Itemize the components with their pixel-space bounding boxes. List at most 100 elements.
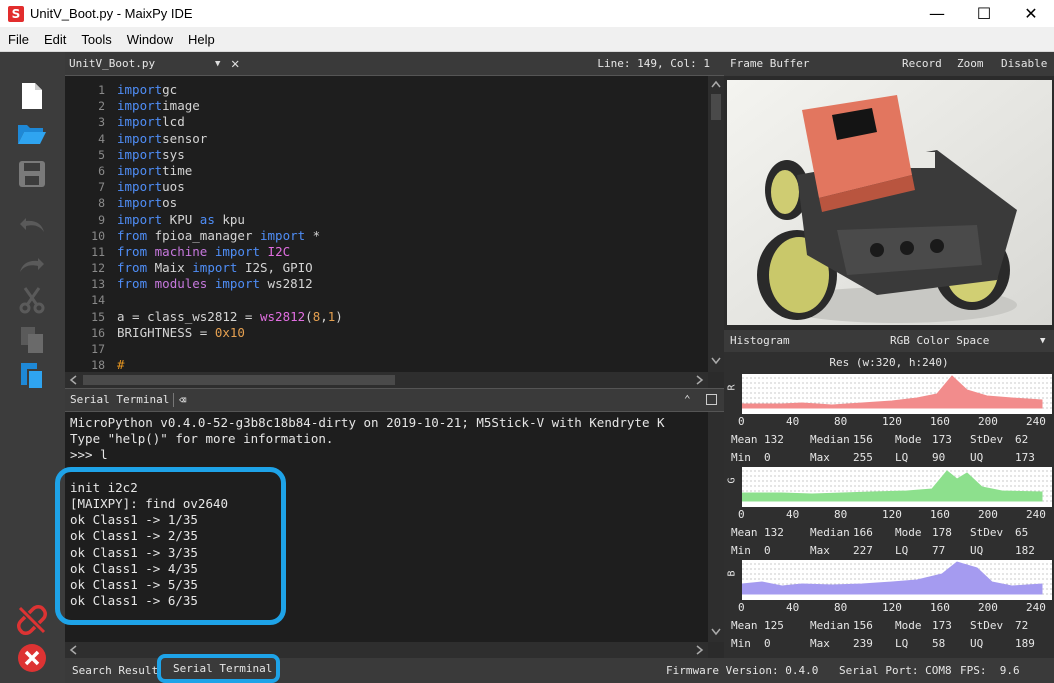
line-number: 7 (98, 180, 105, 195)
histogram-plot (742, 467, 1052, 507)
line-number: 11 (91, 244, 105, 259)
histogram-title: Histogram (730, 334, 790, 347)
zoom-button[interactable]: Zoom (957, 52, 984, 76)
code-token: time (162, 162, 193, 178)
menu-window[interactable]: Window (119, 32, 180, 47)
maximize-button[interactable]: ☐ (961, 0, 1007, 27)
menu-tools[interactable]: Tools (73, 32, 118, 47)
axis-tick-label: 160 (930, 508, 950, 521)
stat-value-mode: 173 (932, 433, 952, 446)
stat-label-uq: UQ (970, 637, 984, 650)
open-folder-icon[interactable] (16, 118, 48, 150)
code-token: I2C (267, 243, 291, 259)
menu-edit[interactable]: Edit (36, 32, 73, 47)
paste-icon[interactable] (16, 360, 48, 392)
chevron-up-icon[interactable]: ⌃ (684, 390, 691, 410)
stat-label-median: Median (810, 433, 850, 446)
undo-icon[interactable] (16, 208, 48, 240)
line-number: 9 (98, 212, 105, 227)
channel-label: B (726, 570, 738, 577)
axis-tick-label: 80 (834, 415, 848, 428)
code-content[interactable]: importgc importimage importlcd importsensor… (117, 82, 343, 372)
stat-value-median: 156 (853, 619, 873, 632)
line-number: 5 (98, 147, 105, 162)
line-number-gutter: 1 2 3 4 5 6 7 8 9 10 11 12 13 14 15 16 17 18 (65, 82, 105, 372)
axis-tick-label: 0 (738, 415, 745, 428)
file-selector[interactable]: UnitV_Boot.py (65, 54, 228, 74)
maximize-pane-icon[interactable] (706, 394, 717, 405)
chevron-down-icon[interactable]: ▼ (215, 54, 220, 74)
code-token: a = class_ws2812 = (117, 308, 260, 324)
menu-file[interactable]: File (0, 32, 36, 47)
line-number: 3 (98, 115, 105, 130)
code-token: import (117, 179, 163, 195)
axis-tick-label: 40 (786, 601, 800, 614)
axis-tick-label: 240 (1026, 415, 1046, 428)
code-token: I2S, GPIO (237, 260, 313, 276)
stat-label-mode: Mode (895, 433, 922, 446)
line-number: 8 (98, 196, 105, 211)
code-token: from (117, 276, 148, 292)
terminal-line: MicroPython v0.4.0-52-g3b8c18b84-dirty o… (70, 415, 665, 430)
redo-icon[interactable] (16, 248, 48, 280)
code-token: sys (162, 146, 185, 162)
code-token: lcd (162, 114, 185, 130)
stat-value-max: 239 (853, 637, 873, 650)
code-token: gc (162, 82, 178, 97)
code-editor[interactable]: 1 2 3 4 5 6 7 8 9 10 11 12 13 14 15 16 17 18 importgc impo… (65, 76, 724, 372)
code-token: machine (154, 243, 208, 259)
axis-tick-label: 160 (930, 415, 950, 428)
stat-value-mode: 173 (932, 619, 952, 632)
copy-icon[interactable] (16, 324, 48, 356)
stop-icon[interactable] (16, 642, 48, 674)
menu-help[interactable]: Help (180, 32, 222, 47)
stat-label-median: Median (810, 619, 850, 632)
code-token: import (117, 211, 163, 227)
chevron-down-icon[interactable]: ▼ (1040, 330, 1045, 352)
code-token: * (305, 227, 321, 243)
code-line: import KPU as kpu (117, 212, 343, 228)
cut-icon[interactable] (16, 284, 48, 316)
code-line: importlcd (117, 114, 343, 130)
close-window-button[interactable]: ✕ (1008, 0, 1054, 27)
code-token: import (117, 130, 163, 146)
new-file-icon[interactable] (16, 80, 48, 112)
editor-vertical-scrollbar[interactable] (708, 76, 724, 372)
color-space-select[interactable]: RGB Color Space (890, 330, 989, 352)
tab-search-results[interactable]: Search Results (72, 658, 165, 683)
clear-terminal-icon[interactable]: ⌫ (179, 391, 186, 409)
disable-button[interactable]: Disable (1001, 52, 1047, 76)
code-token: from (117, 227, 148, 243)
stat-value-mean: 132 (764, 526, 784, 539)
divider (173, 393, 174, 407)
histogram-stats-row: Mean 125 Median 156 Mode 173 StDev 72 (724, 617, 1054, 635)
axis-tick-label: 160 (930, 601, 950, 614)
tab-serial-terminal[interactable]: Serial Terminal (157, 654, 280, 683)
serial-port: Serial Port: COM8 (839, 664, 952, 677)
editor-horizontal-scrollbar[interactable] (65, 372, 708, 388)
line-number: 12 (91, 261, 105, 276)
channel-label: R (726, 384, 738, 391)
axis-tick-label: 40 (786, 508, 800, 521)
histogram-stats-row: Min 0 Max 239 LQ 58 UQ 189 (724, 635, 1054, 653)
stat-label-mean: Mean (731, 433, 758, 446)
save-icon[interactable] (16, 158, 48, 190)
record-button[interactable]: Record (902, 52, 942, 76)
frame-buffer-header: Frame Buffer Record Zoom Disable (724, 52, 1054, 76)
code-token: import (117, 114, 163, 130)
terminal-vertical-scrollbar[interactable] (708, 412, 724, 642)
code-token: import (117, 98, 163, 114)
fps-readout: FPS: 9.6 (960, 664, 1020, 677)
close-file-icon[interactable]: ✕ (231, 54, 239, 74)
axis-tick-label: 120 (882, 415, 902, 428)
code-token: BRIGHTNESS = (117, 324, 215, 340)
minimize-button[interactable]: — (914, 0, 960, 27)
stat-value-mode: 178 (932, 526, 952, 539)
disconnect-icon[interactable] (16, 604, 48, 636)
code-token: KPU (162, 211, 200, 227)
stat-label-mode: Mode (895, 619, 922, 632)
